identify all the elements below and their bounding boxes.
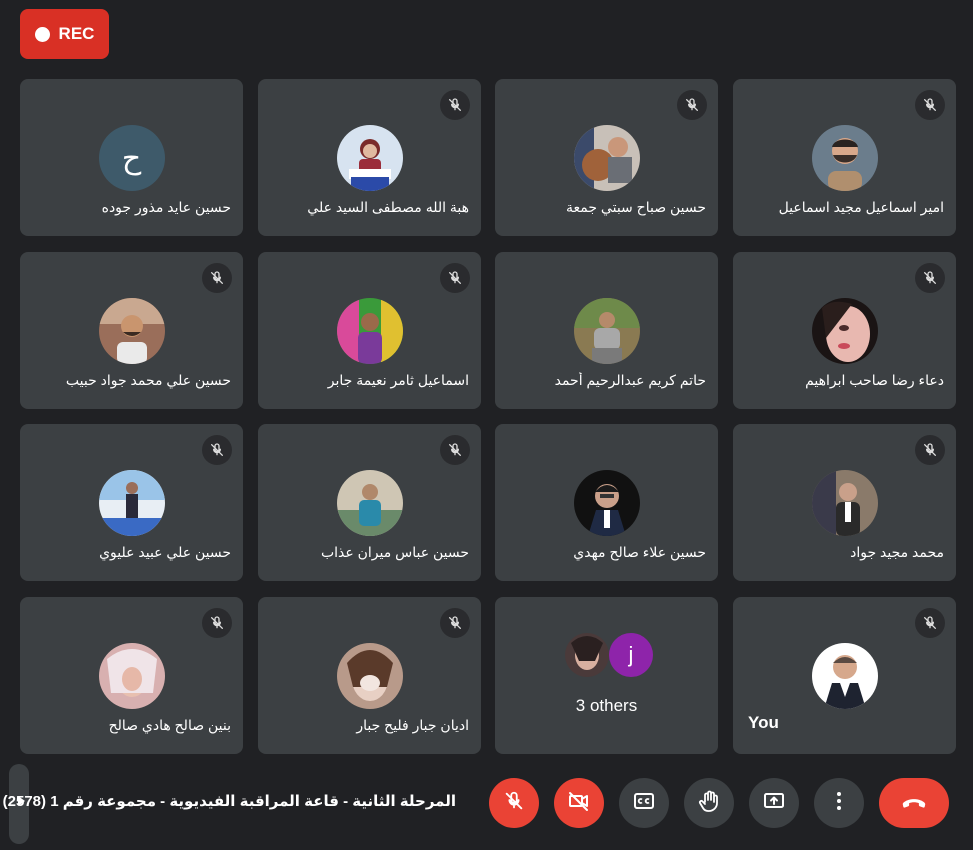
self-avatar xyxy=(811,643,878,709)
more-options-button[interactable] xyxy=(814,778,864,828)
participant-tile[interactable]: اديان جبار فليح جبار xyxy=(258,597,481,754)
raise-hand-button[interactable] xyxy=(684,778,734,828)
self-label: You xyxy=(748,713,779,732)
others-tile[interactable]: j 3 others xyxy=(495,597,718,754)
participant-tile[interactable]: اسماعيل ثامر نعيمة جابر xyxy=(258,252,481,409)
record-dot-icon xyxy=(34,26,50,42)
participant-name: حاتم كريم عبدالرحيم أحمد xyxy=(554,372,706,388)
others-avatar: j xyxy=(609,633,653,677)
mic-muted-icon xyxy=(440,90,470,120)
microphone-toggle-button[interactable] xyxy=(489,778,539,828)
participant-avatar xyxy=(336,470,403,536)
participant-name: اسماعيل ثامر نعيمة جابر xyxy=(327,372,469,388)
participant-tile[interactable]: حسين علاء صالح مهدي xyxy=(495,424,718,581)
participant-avatar xyxy=(573,298,640,364)
self-tile[interactable]: You xyxy=(733,597,956,754)
participant-name: اديان جبار فليح جبار xyxy=(356,717,469,733)
mic-muted-icon xyxy=(915,263,945,293)
leave-call-icon xyxy=(899,786,929,821)
mic-muted-icon xyxy=(915,90,945,120)
others-avatar-group: j xyxy=(565,633,655,679)
participant-name: حسين علاء صالح مهدي xyxy=(573,544,706,560)
camera-toggle-button[interactable] xyxy=(554,778,604,828)
mic-muted-icon xyxy=(915,435,945,465)
participant-tile[interactable]: بنين صالح هادي صالح xyxy=(20,597,243,754)
mic-muted-icon xyxy=(677,90,707,120)
closed-captions-icon xyxy=(632,789,656,818)
participant-avatar xyxy=(811,470,878,536)
participant-avatar xyxy=(811,298,878,364)
mic-muted-icon xyxy=(440,435,470,465)
participant-tile[interactable]: حسين عباس ميران عذاب xyxy=(258,424,481,581)
others-avatar xyxy=(565,633,609,677)
present-screen-icon xyxy=(762,789,786,818)
participant-name: امير اسماعيل مجيد اسماعيل xyxy=(778,199,944,215)
participant-name: دعاء رضا صاحب ابراهيم xyxy=(805,372,944,388)
participant-avatar xyxy=(336,643,403,709)
mic-muted-icon xyxy=(440,608,470,638)
meeting-title: المرحلة الثانية - قاعة المراقبة الفيديوي… xyxy=(2,793,456,810)
participant-name: حسين صباح سبتي جمعة xyxy=(566,199,706,215)
participant-avatar xyxy=(573,470,640,536)
participant-tile[interactable]: حسين علي عبيد عليوي xyxy=(20,424,243,581)
mic-muted-icon xyxy=(915,608,945,638)
leave-call-button[interactable] xyxy=(879,778,949,828)
participant-avatar xyxy=(811,125,878,191)
participant-avatar xyxy=(573,125,640,191)
mic-muted-icon xyxy=(202,608,232,638)
recording-indicator[interactable]: REC xyxy=(20,9,109,59)
participant-name: حسين عباس ميران عذاب xyxy=(320,544,469,560)
more-options-icon xyxy=(827,789,851,818)
participant-name: هبة الله مصطفى السيد علي xyxy=(307,199,469,215)
mic-muted-icon xyxy=(202,263,232,293)
participant-avatar xyxy=(98,470,165,536)
participant-avatar xyxy=(98,298,165,364)
participant-tile[interactable]: محمد مجيد جواد xyxy=(733,424,956,581)
participant-tile[interactable]: امير اسماعيل مجيد اسماعيل xyxy=(733,79,956,236)
participant-avatar xyxy=(336,298,403,364)
others-count-label: 3 others xyxy=(575,696,638,715)
mic-muted-icon xyxy=(202,435,232,465)
present-screen-button[interactable] xyxy=(749,778,799,828)
participant-avatar: ح xyxy=(98,125,165,191)
call-control-bar: المرحلة الثانية - قاعة المراقبة الفيديوي… xyxy=(0,760,973,850)
participant-name: محمد مجيد جواد xyxy=(850,544,944,560)
participant-tile[interactable]: حاتم كريم عبدالرحيم أحمد xyxy=(495,252,718,409)
mic-off-icon xyxy=(503,790,525,817)
participant-name: حسين عايد مذور جوده xyxy=(101,199,231,215)
participant-tile[interactable]: حسين علي محمد جواد حبيب xyxy=(20,252,243,409)
participant-name: بنين صالح هادي صالح xyxy=(108,717,231,733)
participant-tile[interactable]: حسين صباح سبتي جمعة xyxy=(495,79,718,236)
participant-avatar xyxy=(98,643,165,709)
participant-avatar xyxy=(336,125,403,191)
mic-muted-icon xyxy=(440,263,470,293)
raise-hand-icon xyxy=(697,789,721,818)
captions-button[interactable] xyxy=(619,778,669,828)
recording-label: REC xyxy=(58,24,95,43)
participant-name: حسين علي محمد جواد حبيب xyxy=(65,372,231,388)
camera-off-icon xyxy=(567,789,591,818)
participant-tile[interactable]: ح حسين عايد مذور جوده xyxy=(20,79,243,236)
participant-name: حسين علي عبيد عليوي xyxy=(99,544,231,560)
participant-tile[interactable]: دعاء رضا صاحب ابراهيم xyxy=(733,252,956,409)
participant-tile[interactable]: هبة الله مصطفى السيد علي xyxy=(258,79,481,236)
